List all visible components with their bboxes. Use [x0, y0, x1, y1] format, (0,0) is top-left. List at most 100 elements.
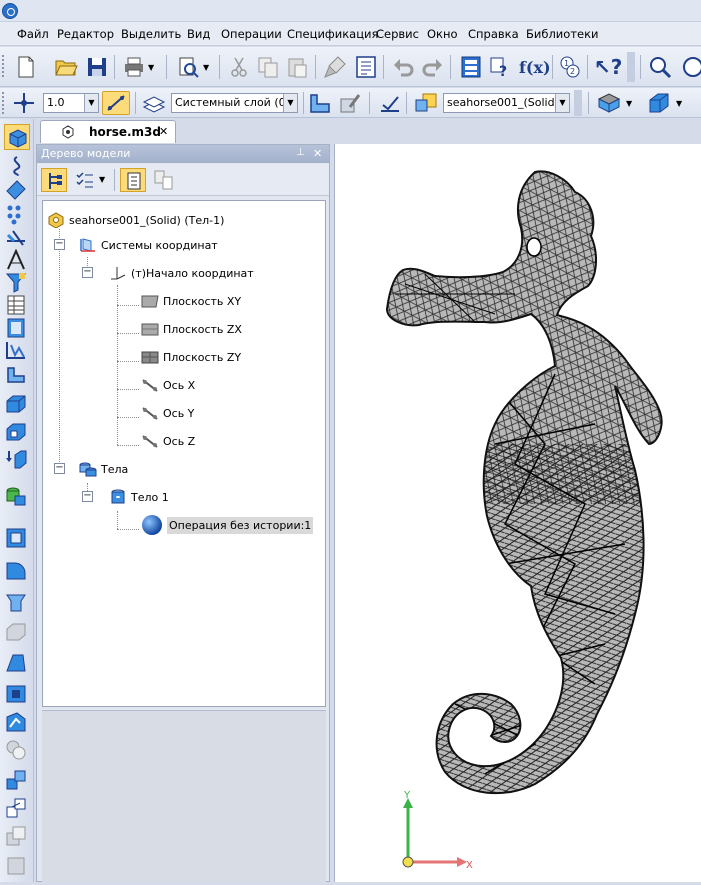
menu-help[interactable]: Справка [468, 27, 519, 41]
delete-body-icon[interactable] [5, 825, 27, 847]
preview-dropdown-icon[interactable]: ▼ [203, 63, 209, 72]
extrude-icon[interactable] [5, 393, 27, 415]
shell-icon[interactable] [5, 527, 27, 549]
report-icon[interactable] [5, 317, 27, 339]
layer-dropdown-icon[interactable]: ▼ [283, 94, 297, 112]
menu-service[interactable]: Сервис [376, 27, 419, 41]
layer-combo[interactable]: Системный слой (0) ▼ [171, 93, 298, 113]
filter-icon[interactable] [5, 271, 27, 293]
menu-view[interactable]: Вид [187, 27, 210, 41]
rib-icon[interactable] [5, 651, 27, 673]
tree-document-toggle[interactable] [120, 168, 146, 192]
split-icon[interactable] [5, 711, 27, 733]
menu-window[interactable]: Окно [427, 27, 458, 41]
curve-icon[interactable] [5, 155, 27, 177]
menu-edit[interactable]: Редактор [57, 27, 114, 41]
library-elements-icon[interactable] [5, 485, 27, 507]
variables-icon[interactable]: ? [489, 55, 513, 79]
copy-geometry-icon[interactable] [5, 797, 27, 819]
collapse-icon[interactable]: − [82, 267, 93, 278]
zoom-icon[interactable] [648, 55, 672, 79]
menu-operations[interactable]: Операции [221, 27, 282, 41]
cut-extrude-icon[interactable] [5, 421, 27, 443]
context-help-icon[interactable]: ↖? [594, 55, 622, 79]
orientation-icon[interactable] [646, 91, 670, 115]
draft-icon[interactable] [5, 682, 27, 704]
tool-solid-active[interactable] [4, 124, 30, 150]
menu-specification[interactable]: Спецификация [287, 27, 378, 41]
pattern-icon[interactable] [5, 769, 27, 791]
chamfer-icon[interactable] [5, 591, 27, 613]
mirror-icon[interactable] [5, 621, 27, 643]
surface-icon[interactable] [5, 179, 27, 201]
menu-select[interactable]: Выделить [121, 27, 181, 41]
open-folder-icon[interactable] [54, 55, 78, 79]
seahorse-model[interactable]: Y X [335, 144, 701, 882]
pin-icon[interactable]: ⊥ [296, 147, 305, 158]
tree-node-axis-y[interactable]: Ось Y [141, 404, 194, 422]
tree-node-coord-systems[interactable]: Системы координат [79, 236, 218, 254]
display-dropdown-icon[interactable]: ▼ [626, 99, 632, 108]
tree-node-bodies[interactable]: Тела [79, 460, 128, 478]
tree-filter-dropdown-icon[interactable]: ▼ [99, 175, 105, 184]
menu-file[interactable]: Файл [17, 27, 49, 41]
scale-dropdown-icon[interactable]: ▼ [84, 94, 98, 112]
print-dropdown-icon[interactable]: ▼ [148, 63, 154, 72]
close-panel-icon[interactable]: ✕ [313, 147, 322, 160]
tree-node-operation[interactable]: Операция без истории:1 [141, 515, 314, 535]
collapse-icon[interactable]: − [54, 239, 65, 250]
select-filter-icon[interactable] [378, 91, 402, 115]
dimensions-icon[interactable] [5, 249, 27, 271]
specification-icon[interactable] [5, 294, 27, 316]
manager-icon[interactable] [459, 55, 483, 79]
body-select-icon[interactable] [414, 91, 438, 115]
tree-node-origin[interactable]: (т)Начало координат [109, 264, 254, 282]
tree-node-plane-zx[interactable]: Плоскость ZX [141, 320, 242, 338]
model-viewport[interactable]: Y X [334, 144, 701, 882]
scale-combo[interactable]: 1.0 ▼ [43, 93, 99, 113]
edit-part-icon[interactable] [338, 91, 362, 115]
function-fx-icon[interactable]: f(x) [519, 58, 551, 77]
toolbar-grip[interactable] [2, 92, 6, 114]
hole-icon[interactable] [5, 449, 27, 471]
new-document-icon[interactable] [14, 55, 38, 79]
tree-node-body-1[interactable]: Тело 1 [109, 488, 169, 506]
edit-model-icon[interactable] [5, 362, 27, 384]
collapse-icon[interactable]: − [54, 463, 65, 474]
undo-icon[interactable] [392, 55, 416, 79]
fillet-icon[interactable] [5, 559, 27, 581]
toolbar-overflow-icon[interactable] [627, 52, 635, 82]
tree-node-root[interactable]: seahorse001_(Solid) (Тел-1) [47, 211, 224, 229]
snapping-toggle[interactable] [102, 91, 130, 115]
toolbar-overflow-icon[interactable] [574, 90, 582, 116]
boolean-icon[interactable] [5, 739, 27, 761]
zoom-all-icon[interactable] [681, 55, 701, 79]
snap-points-icon[interactable] [12, 91, 36, 115]
measure-icon[interactable] [5, 339, 27, 361]
tree-compare-icon[interactable] [154, 170, 174, 190]
toolbar-grip[interactable] [2, 55, 6, 77]
redo-icon[interactable] [420, 55, 444, 79]
layers-icon[interactable] [142, 91, 166, 115]
paste-icon[interactable] [285, 55, 309, 79]
collapse-icon[interactable]: − [82, 491, 93, 502]
orientation-dropdown-icon[interactable]: ▼ [676, 99, 682, 108]
sketch-icon[interactable] [308, 91, 332, 115]
body-combo[interactable]: seahorse001_(Solid) ▼ [443, 93, 570, 113]
tree-node-axis-x[interactable]: Ось X [141, 376, 195, 394]
body-dropdown-icon[interactable]: ▼ [555, 94, 569, 112]
display-mode-icon[interactable] [597, 91, 621, 115]
close-tab-icon[interactable]: ✕ [159, 125, 168, 138]
app-logo-icon[interactable] [2, 3, 18, 19]
document-tab[interactable]: horse.m3d ✕ [40, 120, 176, 143]
scale-body-icon[interactable] [5, 855, 27, 877]
print-icon[interactable] [122, 55, 146, 79]
format-brush-icon[interactable] [323, 55, 347, 79]
points-array-icon[interactable] [5, 203, 27, 225]
menu-libraries[interactable]: Библиотеки [526, 27, 599, 41]
tree-node-plane-xy[interactable]: Плоскость XY [141, 292, 241, 310]
save-icon[interactable] [85, 55, 109, 79]
numbering-icon[interactable]: 12 [558, 55, 582, 79]
cut-icon[interactable] [227, 55, 251, 79]
properties-list-icon[interactable] [354, 55, 378, 79]
